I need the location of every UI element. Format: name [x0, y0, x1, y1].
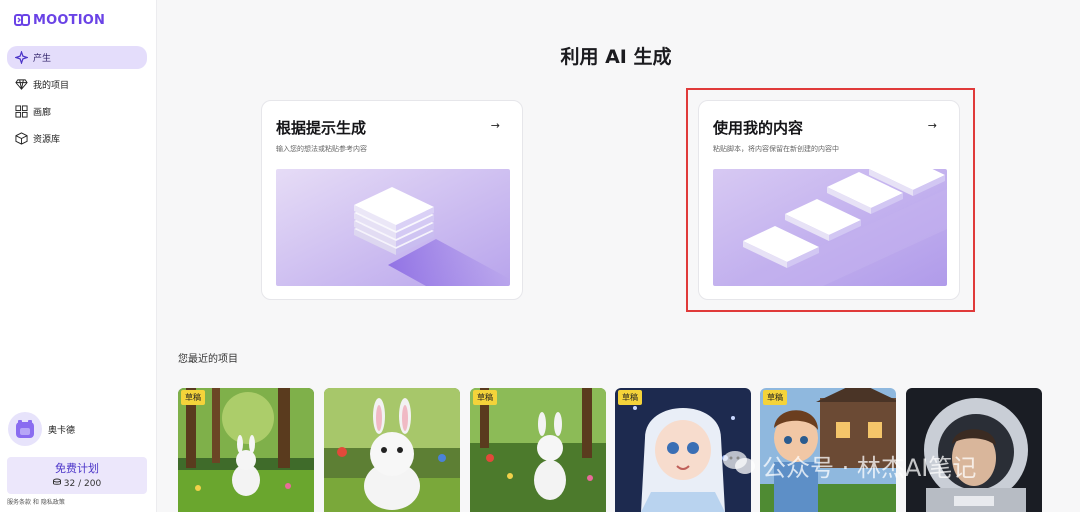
generate-from-prompt-card[interactable]: 根据提示生成 → 输入您的想法或粘贴参考内容 — [261, 100, 523, 300]
plan-name: 免费计划 — [55, 462, 99, 475]
footer-links[interactable]: 服务条款 和 隐私政策 — [7, 497, 65, 506]
draft-badge: 草稿 — [763, 390, 787, 405]
plan-card[interactable]: 免费计划 32 / 200 — [7, 457, 147, 494]
watermark: 公众号 · 林杰AI笔记 — [722, 448, 976, 483]
sidebar-item-library[interactable]: 资源库 — [7, 127, 147, 150]
user-name: 奥卡德 — [48, 425, 76, 436]
mootion-logo-icon — [14, 12, 30, 28]
arrow-right-icon: → — [490, 119, 500, 132]
draft-badge: 草稿 — [618, 390, 642, 405]
logo-text: MOOTION — [33, 12, 106, 28]
watermark-text: 公众号 · 林杰AI笔记 — [762, 454, 977, 482]
sidebar-item-label: 资源库 — [33, 135, 61, 145]
card-illustration — [713, 169, 947, 286]
cube-icon — [14, 132, 28, 146]
sidebar-item-my-projects[interactable]: 我的项目 — [7, 73, 147, 96]
coin-icon — [52, 478, 61, 489]
avatar — [8, 412, 42, 446]
sidebar: MOOTION 产生 我的项目 画廊 资源库 奥卡德 免费计划 32 / 200… — [0, 0, 157, 512]
project-thumbnail[interactable]: 草稿 — [470, 388, 606, 512]
wechat-icon — [722, 449, 756, 483]
draft-badge: 草稿 — [181, 390, 205, 405]
sidebar-item-label: 我的项目 — [33, 81, 70, 91]
use-my-content-card[interactable]: 使用我的内容 → 粘贴脚本，将内容保留在新创建的内容中 — [698, 100, 960, 300]
project-thumbnail[interactable]: 草稿 — [178, 388, 314, 512]
card-title: 根据提示生成 — [276, 119, 367, 137]
draft-badge: 草稿 — [473, 390, 497, 405]
diamond-icon — [14, 78, 28, 92]
project-thumbnail[interactable] — [324, 388, 460, 512]
card-description: 输入您的想法或粘贴参考内容 — [276, 145, 367, 153]
arrow-right-icon: → — [927, 119, 937, 132]
credits-value: 32 / 200 — [63, 478, 102, 489]
card-title: 使用我的内容 — [713, 119, 804, 137]
user-profile[interactable]: 奥卡德 — [8, 412, 75, 446]
card-illustration — [276, 169, 510, 286]
app-logo[interactable]: MOOTION — [14, 12, 105, 28]
sidebar-item-label: 画廊 — [33, 108, 52, 118]
card-description: 粘贴脚本，将内容保留在新创建的内容中 — [713, 145, 839, 153]
plan-credits: 32 / 200 — [7, 478, 147, 489]
page-title: 利用 AI 生成 — [560, 46, 672, 68]
sidebar-item-gallery[interactable]: 画廊 — [7, 100, 147, 123]
recent-projects-title: 您最近的项目 — [178, 354, 238, 365]
grid-icon — [14, 105, 28, 119]
